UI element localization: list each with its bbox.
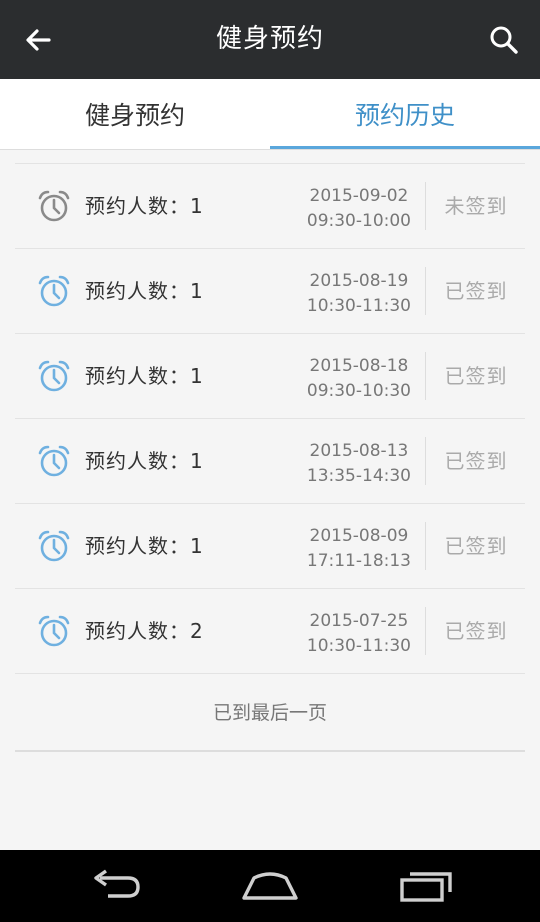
booking-datetime: 2015-08-09 17:11-18:13: [307, 524, 411, 574]
booking-time: 10:30-11:30: [306, 636, 411, 656]
booking-count: 预约人数：1: [85, 364, 204, 388]
row-separator: [425, 607, 426, 655]
alarm-clock-icon: [38, 360, 70, 392]
booking-count: 预约人数：1: [85, 534, 204, 558]
tabs-divider: [0, 149, 540, 150]
nav-home-button[interactable]: [240, 868, 300, 904]
list-item[interactable]: 预约人数：1 2015-08-19 10:30-11:30 已签到: [15, 249, 525, 334]
tab-booking-history[interactable]: 预约历史: [270, 79, 540, 149]
booking-count: 预约人数：2: [85, 619, 204, 643]
booking-time: 10:30-11:30: [306, 296, 411, 316]
alarm-clock-icon: [38, 530, 70, 562]
booking-date: 2015-08-09: [309, 526, 409, 546]
booking-count: 预约人数：1: [85, 279, 204, 303]
system-nav-bar: [0, 850, 540, 922]
nav-back-button[interactable]: [86, 868, 146, 904]
list-item[interactable]: 预约人数：1 2015-09-02 09:30-10:00 未签到: [15, 164, 525, 249]
search-button[interactable]: [486, 22, 522, 58]
nav-home-icon: [242, 872, 298, 900]
booking-date: 2015-07-25: [309, 611, 409, 631]
tab-fitness-booking[interactable]: 健身预约: [0, 79, 270, 149]
app-bar: 健身预约: [0, 0, 540, 79]
status-label: 已签到: [444, 279, 508, 303]
list-item[interactable]: 预约人数：1 2015-08-09 17:11-18:13 已签到: [15, 504, 525, 589]
nav-recents-button[interactable]: [396, 868, 456, 904]
nav-recents-icon: [400, 872, 452, 902]
status-label: 已签到: [444, 534, 508, 558]
booking-date: 2015-08-13: [309, 441, 409, 461]
tab-bar: 健身预约 预约历史: [0, 79, 540, 149]
row-separator: [425, 352, 426, 400]
booking-count: 预约人数：1: [85, 194, 204, 218]
booking-datetime: 2015-07-25 10:30-11:30: [307, 609, 411, 659]
row-separator: [425, 267, 426, 315]
status-label: 已签到: [444, 619, 508, 643]
status-label: 已签到: [444, 449, 508, 473]
booking-date: 2015-08-18: [309, 356, 409, 376]
booking-date: 2015-09-02: [309, 186, 409, 206]
history-list: 预约人数：1 2015-09-02 09:30-10:00 未签到 预约人数：1…: [15, 163, 525, 752]
alarm-clock-icon: [38, 445, 70, 477]
list-item[interactable]: 预约人数：1 2015-08-13 13:35-14:30 已签到: [15, 419, 525, 504]
row-separator: [425, 182, 426, 230]
alarm-clock-icon: [38, 190, 70, 222]
booking-datetime: 2015-08-18 09:30-10:30: [307, 354, 411, 404]
list-item[interactable]: 预约人数：1 2015-08-18 09:30-10:30 已签到: [15, 334, 525, 419]
booking-datetime: 2015-08-13 13:35-14:30: [307, 439, 411, 489]
booking-time: 09:30-10:00: [306, 211, 411, 231]
list-item[interactable]: 预约人数：2 2015-07-25 10:30-11:30 已签到: [15, 589, 525, 674]
row-separator: [425, 522, 426, 570]
booking-date: 2015-08-19: [309, 271, 409, 291]
booking-datetime: 2015-08-19 10:30-11:30: [307, 269, 411, 319]
booking-count: 预约人数：1: [85, 449, 204, 473]
status-label: 未签到: [444, 194, 508, 218]
nav-back-icon: [94, 869, 140, 898]
booking-time: 13:35-14:30: [306, 466, 411, 486]
alarm-clock-icon: [38, 615, 70, 647]
booking-time: 17:11-18:13: [306, 551, 411, 571]
booking-time: 09:30-10:30: [306, 381, 411, 401]
end-of-list-message: 已到最后一页: [15, 674, 525, 752]
status-label: 已签到: [444, 364, 508, 388]
row-separator: [425, 437, 426, 485]
search-icon: [490, 26, 518, 54]
page-title: 健身预约: [215, 24, 324, 54]
app-screen: 健身预约 健身预约 预约历史 预约人数：1 2015-09-02 09:30-1…: [0, 0, 540, 922]
booking-datetime: 2015-09-02 09:30-10:00: [307, 184, 411, 234]
alarm-clock-icon: [38, 275, 70, 307]
